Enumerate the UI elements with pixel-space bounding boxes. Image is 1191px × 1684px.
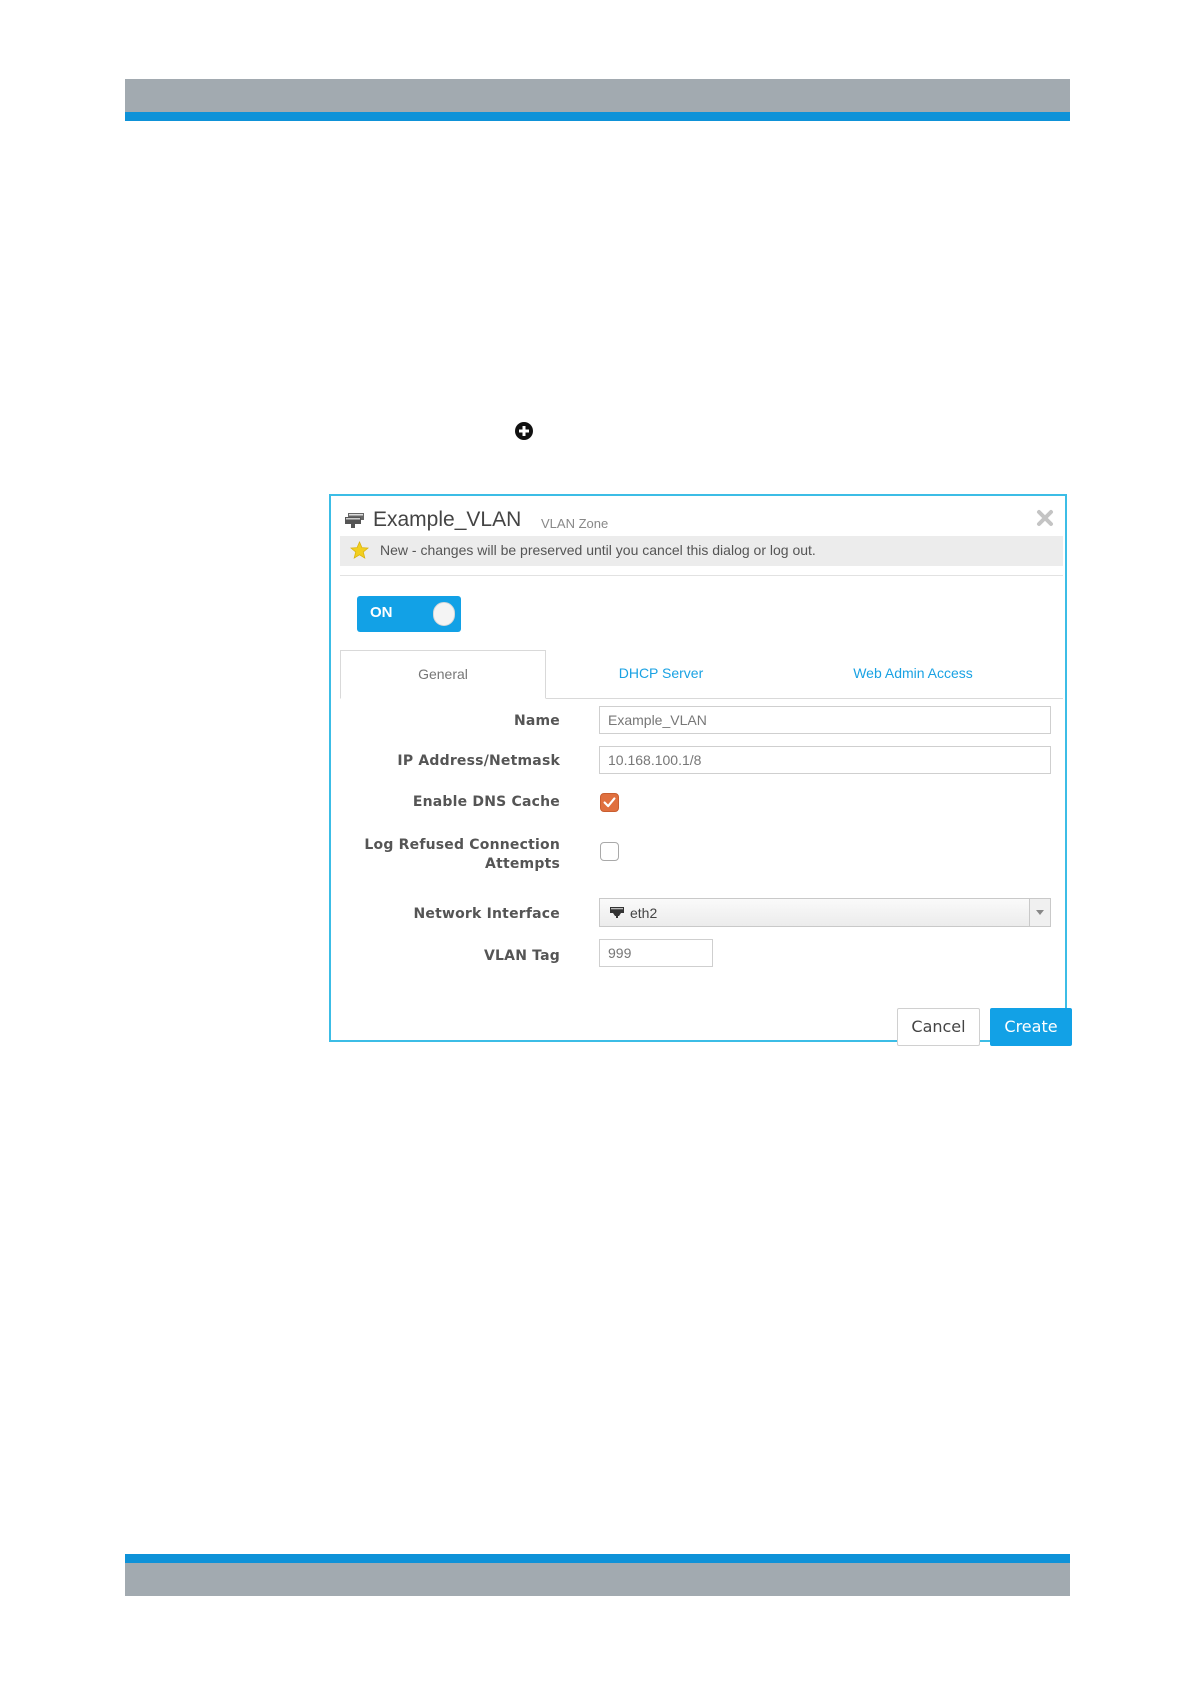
dialog-subtitle: VLAN Zone bbox=[541, 516, 609, 531]
tab-general[interactable]: General bbox=[340, 650, 546, 699]
create-button[interactable]: Create bbox=[990, 1008, 1072, 1046]
log-refused-label-line1: Log Refused Connection bbox=[364, 837, 560, 853]
log-refused-checkbox[interactable] bbox=[600, 842, 619, 861]
star-icon bbox=[350, 541, 369, 559]
checkmark-icon bbox=[603, 797, 616, 808]
ip-netmask-label: IP Address/Netmask bbox=[397, 753, 560, 769]
notice-text: New - changes will be preserved until yo… bbox=[380, 542, 816, 558]
network-interface-value: eth2 bbox=[630, 905, 658, 921]
page-footer-band bbox=[125, 1554, 1070, 1596]
ip-netmask-field[interactable] bbox=[599, 746, 1051, 774]
header-grey-bar bbox=[125, 79, 1070, 112]
vlan-zone-dialog: Example_VLAN VLAN Zone New - changes wil… bbox=[329, 494, 1072, 1046]
network-interface-select[interactable]: eth2 bbox=[599, 898, 1051, 927]
footer-grey-bar bbox=[125, 1563, 1070, 1596]
vlan-tag-field[interactable] bbox=[599, 939, 713, 967]
unsaved-notice-bar: New - changes will be preserved until yo… bbox=[340, 536, 1063, 566]
close-icon[interactable] bbox=[1035, 508, 1055, 528]
network-interface-label: Network Interface bbox=[413, 906, 560, 922]
dns-cache-checkbox[interactable] bbox=[600, 793, 619, 812]
cancel-button[interactable]: Cancel bbox=[897, 1008, 980, 1046]
dns-cache-label: Enable DNS Cache bbox=[412, 794, 560, 810]
toggle-knob bbox=[433, 602, 455, 626]
page-header-band bbox=[125, 79, 1070, 121]
dialog-tabs: General DHCP Server Web Admin Access bbox=[340, 650, 1063, 699]
tab-web-admin-access[interactable]: Web Admin Access bbox=[828, 650, 998, 698]
zone-enabled-toggle[interactable]: ON bbox=[357, 596, 461, 632]
log-refused-label-line2: Attempts bbox=[485, 856, 560, 872]
tab-dhcp-server[interactable]: DHCP Server bbox=[576, 650, 746, 698]
circle-plus-icon bbox=[515, 422, 533, 440]
dialog-header: Example_VLAN VLAN Zone bbox=[345, 504, 1055, 534]
network-zone-icon bbox=[345, 513, 364, 528]
log-refused-label: Log Refused Connection Attempts bbox=[364, 836, 560, 874]
name-label: Name bbox=[513, 713, 560, 729]
vlan-tag-label: VLAN Tag bbox=[484, 948, 560, 964]
network-interface-icon bbox=[610, 907, 624, 918]
footer-blue-bar bbox=[125, 1554, 1070, 1563]
dropdown-arrow-icon[interactable] bbox=[1029, 899, 1050, 926]
toggle-label: ON bbox=[370, 604, 393, 621]
dialog-title: Example_VLAN bbox=[373, 508, 522, 531]
name-field[interactable] bbox=[599, 706, 1051, 734]
header-blue-bar bbox=[125, 112, 1070, 121]
divider bbox=[340, 575, 1063, 576]
